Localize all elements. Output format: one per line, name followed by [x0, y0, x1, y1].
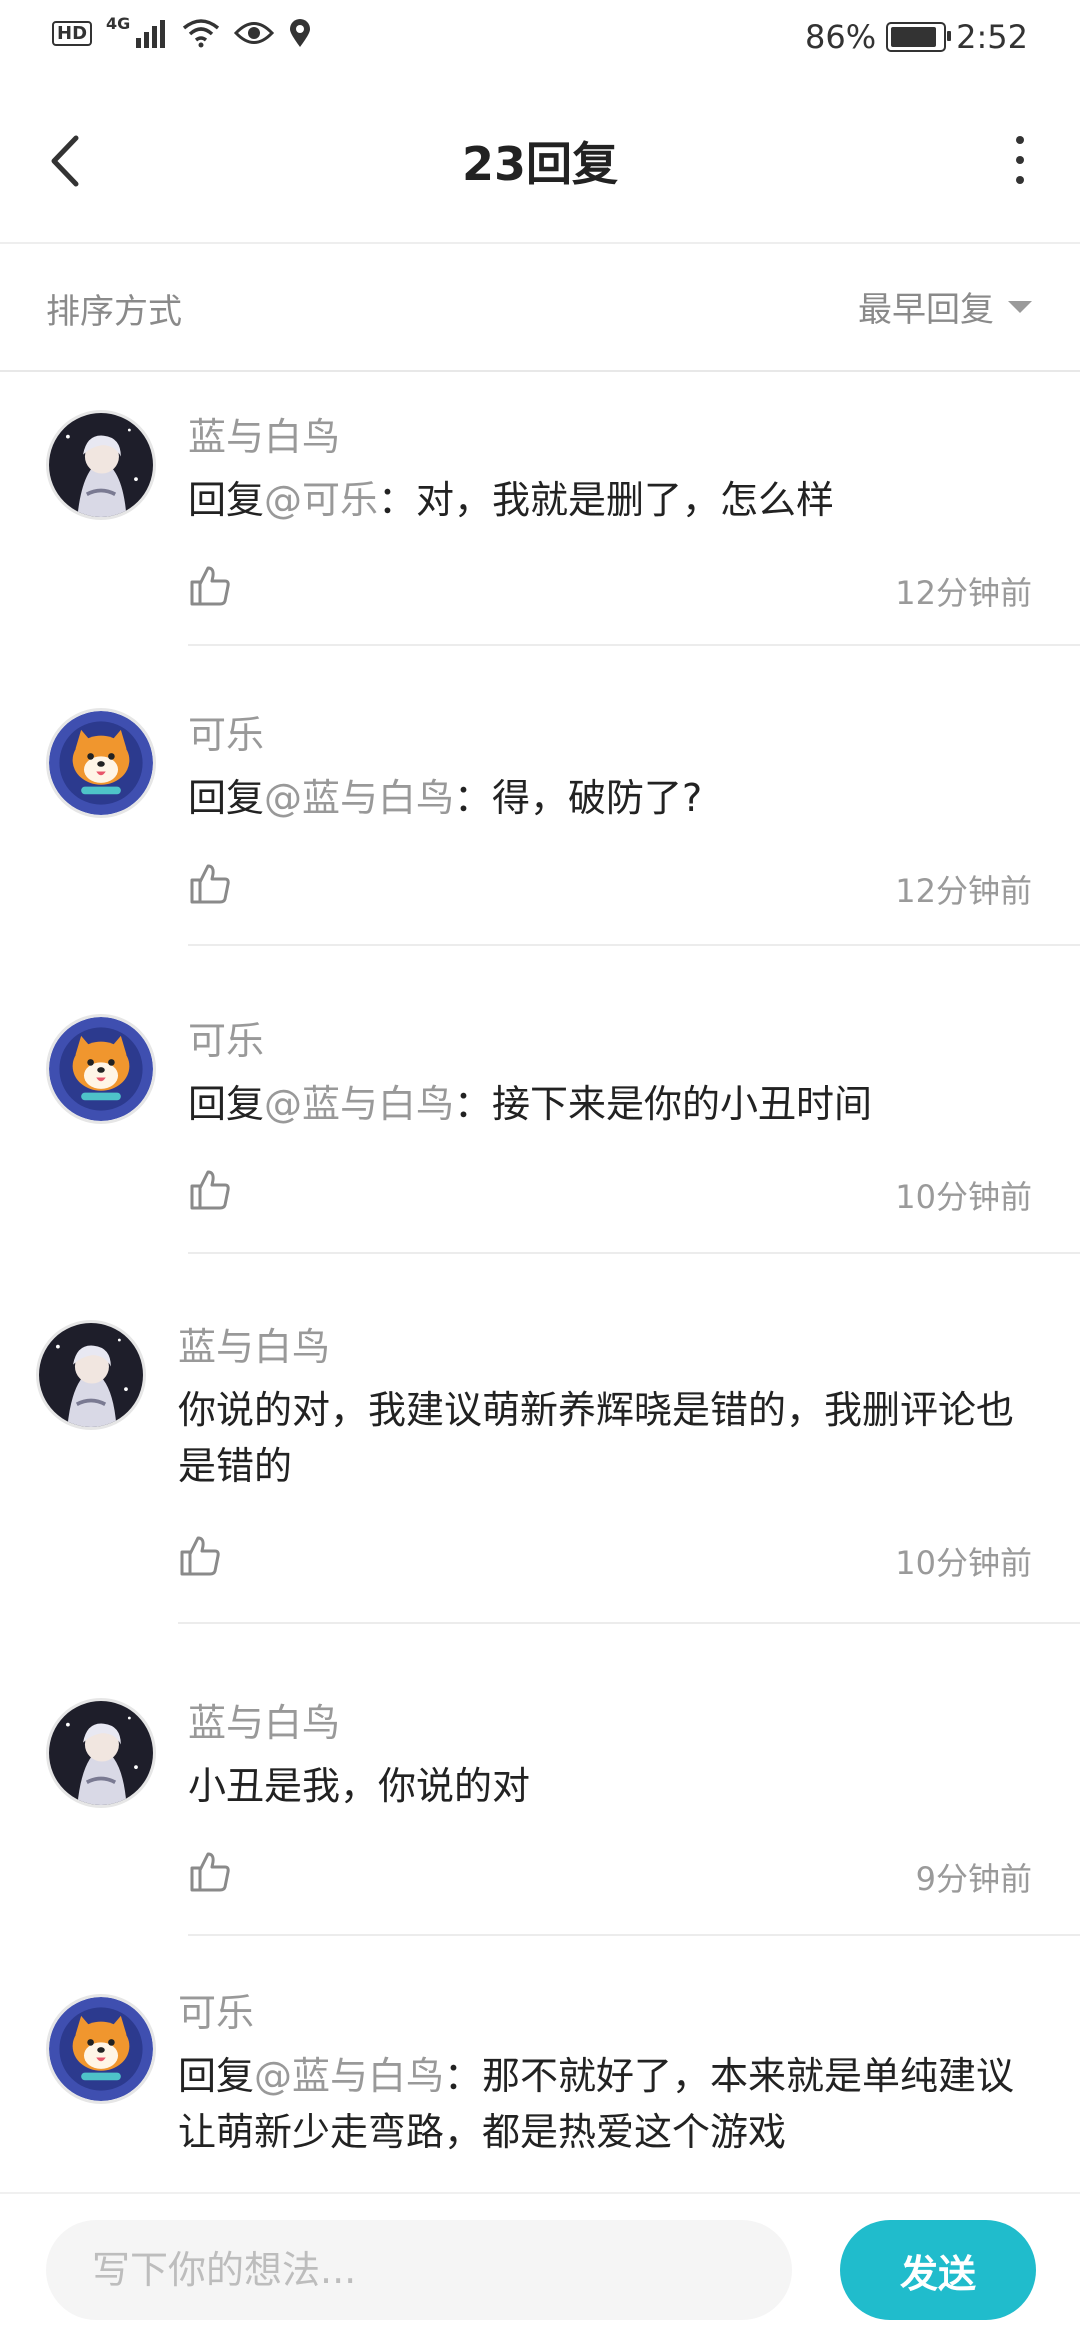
- thumbs-up-icon: [190, 864, 230, 904]
- list-item: 可乐 回复@蓝与白鸟：那不就好了，本来就是单纯建议让萌新少走弯路，都是热爱这个游…: [0, 1970, 1080, 2192]
- sort-dropdown[interactable]: 最早回复: [858, 282, 1032, 331]
- comment-composer: 发送: [0, 2192, 1080, 2342]
- comment-author[interactable]: 蓝与白鸟: [188, 406, 340, 461]
- divider: [188, 644, 1080, 646]
- comment-content: ：接下来是你的小丑时间: [454, 1082, 873, 1126]
- list-item: 可乐 回复@蓝与白鸟：接下来是你的小丑时间 10分钟前: [0, 988, 1080, 1294]
- caret-down-icon: [1008, 300, 1032, 313]
- comment-time: 9分钟前: [915, 1860, 1032, 1898]
- comment-content: ：得，破防了?: [454, 776, 703, 820]
- more-vertical-icon: [1016, 136, 1024, 184]
- reply-prefix: 回复: [188, 1082, 265, 1126]
- avatar[interactable]: [46, 1698, 156, 1808]
- sort-label: 排序方式: [46, 292, 182, 332]
- reply-list[interactable]: 蓝与白鸟 回复@可乐：对，我就是删了，怎么样 12分钟前 可乐 回复@蓝与白鸟：…: [0, 372, 1080, 2192]
- comment-text: 小丑是我，你说的对: [188, 1758, 1040, 1814]
- reply-prefix: 回复: [178, 2054, 255, 2098]
- anime-girl-avatar-icon: [39, 1323, 143, 1427]
- list-item: 蓝与白鸟 你说的对，我建议萌新养辉晓是错的，我删评论也是错的 10分钟前: [0, 1294, 1080, 1664]
- comment-time: 12分钟前: [895, 574, 1032, 612]
- comment-text: 回复@蓝与白鸟：得，破防了?: [188, 770, 1040, 826]
- status-icons-left: HD 4G: [52, 14, 312, 48]
- thumbs-up-icon: [190, 1170, 230, 1210]
- battery-percent: 86%: [805, 18, 877, 56]
- status-bar: HD 4G 86% 2:52: [0, 0, 1080, 80]
- like-button[interactable]: [178, 1534, 222, 1578]
- status-icons-right: 86% 2:52: [805, 18, 1028, 56]
- comment-author[interactable]: 可乐: [178, 1982, 254, 2037]
- location-icon: [290, 19, 311, 47]
- divider: [188, 944, 1080, 946]
- avatar[interactable]: [46, 1994, 156, 2104]
- avatar[interactable]: [46, 1014, 156, 1124]
- comment-text: 你说的对，我建议萌新养辉晓是错的，我删评论也是错的: [178, 1382, 1040, 1494]
- reply-prefix: 回复: [188, 776, 265, 820]
- hd-badge: HD: [52, 20, 93, 46]
- comment-author[interactable]: 蓝与白鸟: [178, 1316, 330, 1371]
- avatar[interactable]: [46, 410, 156, 520]
- like-button[interactable]: [188, 862, 232, 906]
- avatar[interactable]: [36, 1320, 146, 1430]
- clock: 2:52: [956, 18, 1028, 56]
- list-item: 蓝与白鸟 小丑是我，你说的对 9分钟前: [0, 1664, 1080, 1970]
- comment-text: 回复@可乐：对，我就是删了，怎么样: [188, 472, 1040, 528]
- like-button[interactable]: [188, 1168, 232, 1212]
- battery-icon: [886, 22, 952, 52]
- mention-link[interactable]: @蓝与白鸟: [264, 1082, 454, 1126]
- eye-icon: [234, 22, 275, 44]
- comment-content: ：对，我就是删了，怎么样: [378, 478, 835, 522]
- signal-icon: [136, 20, 166, 48]
- anime-girl-avatar-icon: [49, 413, 153, 517]
- more-options-button[interactable]: [1000, 124, 1040, 196]
- reply-prefix: 回复: [188, 478, 265, 522]
- comment-text: 回复@蓝与白鸟：接下来是你的小丑时间: [188, 1076, 1040, 1132]
- mention-link[interactable]: @蓝与白鸟: [264, 776, 454, 820]
- page-title: 23回复: [461, 137, 618, 191]
- avatar[interactable]: [46, 708, 156, 818]
- list-item: 蓝与白鸟 回复@可乐：对，我就是删了，怎么样 12分钟前: [0, 372, 1080, 680]
- anime-girl-avatar-icon: [49, 1701, 153, 1805]
- shiba-dog-avatar-icon: [49, 1997, 153, 2101]
- like-button[interactable]: [188, 1850, 232, 1894]
- comment-author[interactable]: 可乐: [188, 1010, 264, 1065]
- divider: [188, 1934, 1080, 1936]
- shiba-dog-avatar-icon: [49, 1017, 153, 1121]
- mention-link[interactable]: @蓝与白鸟: [254, 2054, 444, 2098]
- thumbs-up-icon: [190, 566, 230, 606]
- like-button[interactable]: [188, 564, 232, 608]
- comment-text: 回复@蓝与白鸟：那不就好了，本来就是单纯建议让萌新少走弯路，都是热爱这个游戏: [178, 2048, 1040, 2160]
- mention-link[interactable]: @可乐: [264, 478, 378, 522]
- comment-time: 10分钟前: [895, 1544, 1032, 1582]
- comment-input[interactable]: [46, 2220, 792, 2320]
- thumbs-up-icon: [190, 1852, 230, 1892]
- comment-content: 你说的对，我建议萌新养辉晓是错的，我删评论也是错的: [178, 1388, 1015, 1488]
- comment-author[interactable]: 蓝与白鸟: [188, 1692, 340, 1747]
- top-nav-bar: 23回复: [0, 80, 1080, 244]
- comment-author[interactable]: 可乐: [188, 704, 264, 759]
- list-item: 可乐 回复@蓝与白鸟：得，破防了? 12分钟前: [0, 680, 1080, 988]
- divider: [188, 1252, 1080, 1254]
- send-button[interactable]: 发送: [840, 2220, 1036, 2320]
- wifi-icon: [183, 19, 220, 48]
- comment-content: 小丑是我，你说的对: [188, 1764, 531, 1808]
- comment-time: 10分钟前: [895, 1178, 1032, 1216]
- comment-time: 12分钟前: [895, 872, 1032, 910]
- sort-bar: 排序方式 最早回复: [0, 244, 1080, 372]
- divider: [178, 1622, 1080, 1624]
- thumbs-up-icon: [180, 1536, 220, 1576]
- sort-selected-value: 最早回复: [858, 290, 994, 330]
- shiba-dog-avatar-icon: [49, 711, 153, 815]
- network-type: 4G: [106, 13, 131, 33]
